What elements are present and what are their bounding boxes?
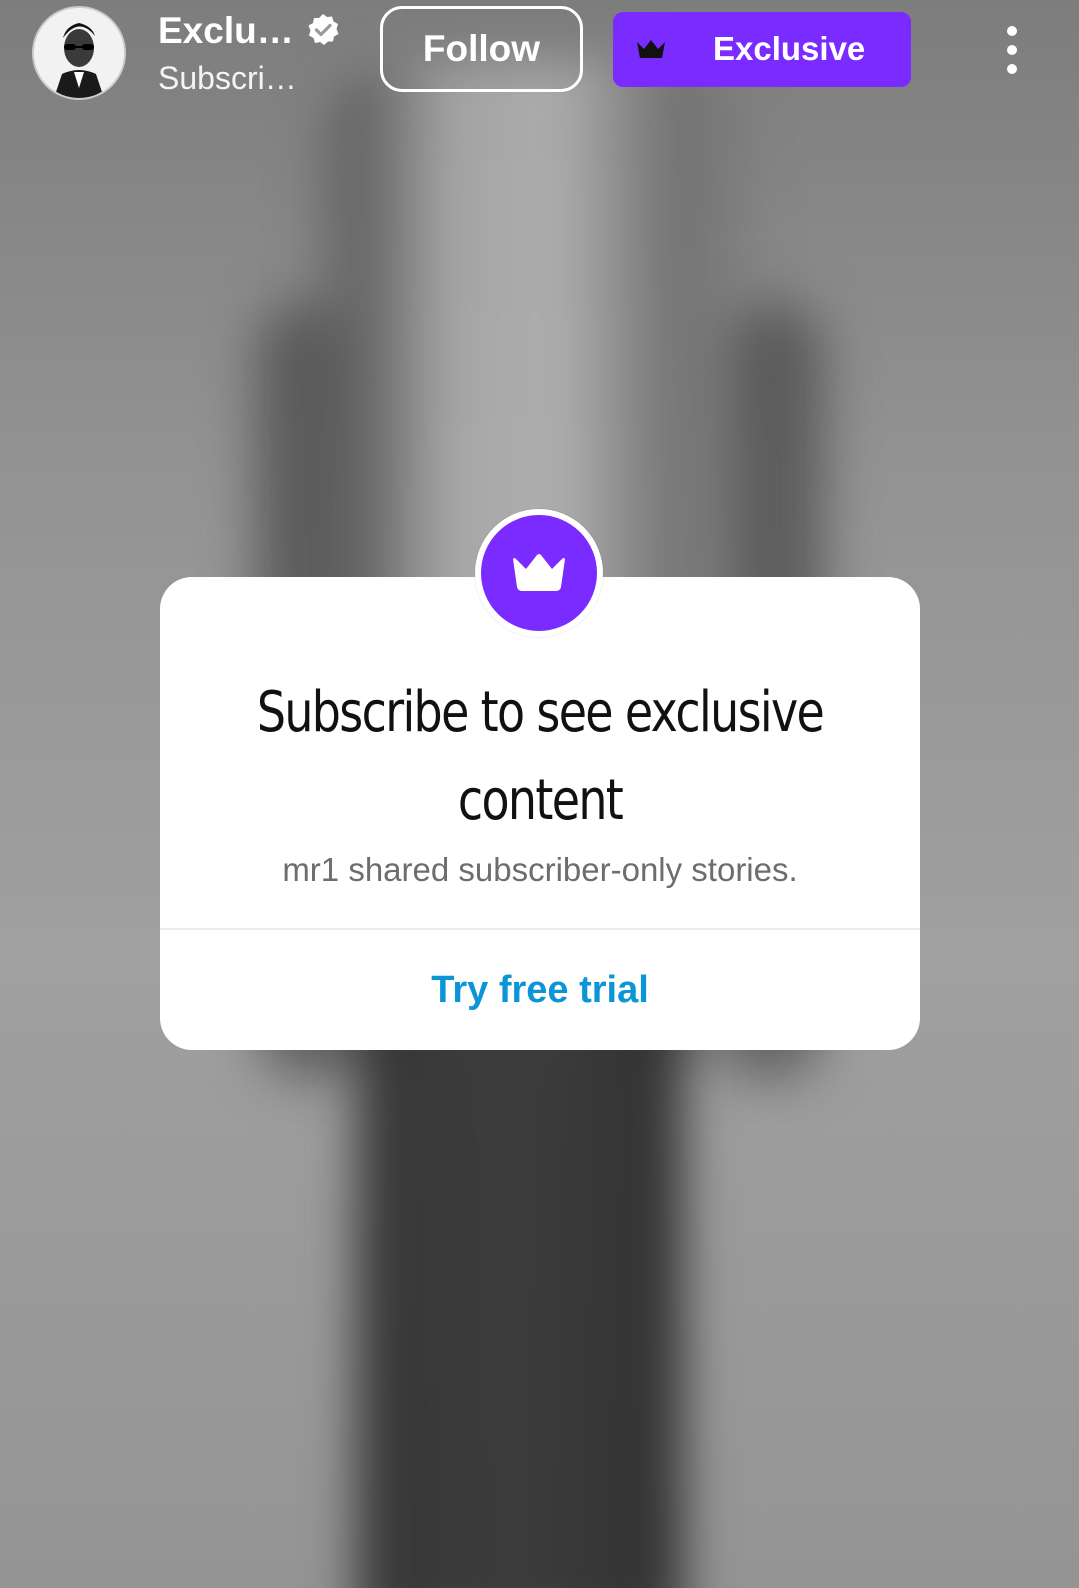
- crown-icon: [513, 554, 565, 591]
- follow-button[interactable]: Follow: [380, 6, 583, 92]
- try-free-trial-button[interactable]: Try free trial: [160, 930, 920, 1050]
- more-vertical-icon: [1007, 45, 1017, 55]
- more-vertical-icon: [1007, 26, 1017, 36]
- crown-icon: [637, 40, 665, 58]
- modal-message: mr1 shared subscriber-only stories.: [282, 851, 798, 888]
- exclusive-button[interactable]: Exclusive: [613, 12, 911, 87]
- story-header: Exclu… Subscri… Follow Exclusive: [0, 0, 1079, 110]
- story-subtitle: Subscri…: [158, 60, 297, 96]
- avatar-image: [34, 8, 124, 98]
- blurred-figure-legs: [330, 1000, 710, 1588]
- more-vertical-icon: [1007, 64, 1017, 74]
- username[interactable]: Exclu…: [158, 10, 294, 52]
- modal-title: Subscribe to see exclusive content: [253, 669, 827, 845]
- exclusive-label: Exclusive: [713, 30, 866, 67]
- avatar[interactable]: [34, 8, 124, 98]
- modal-title-text: Subscribe to see exclusive content: [256, 680, 825, 833]
- subscribe-modal: Subscribe to see exclusive content mr1 s…: [160, 577, 920, 1050]
- crown-badge: [475, 509, 603, 637]
- story-viewer[interactable]: Exclu… Subscri… Follow Exclusive Subscri…: [0, 0, 1079, 1588]
- more-options-button[interactable]: [990, 22, 1034, 78]
- verified-badge-icon: [308, 14, 339, 45]
